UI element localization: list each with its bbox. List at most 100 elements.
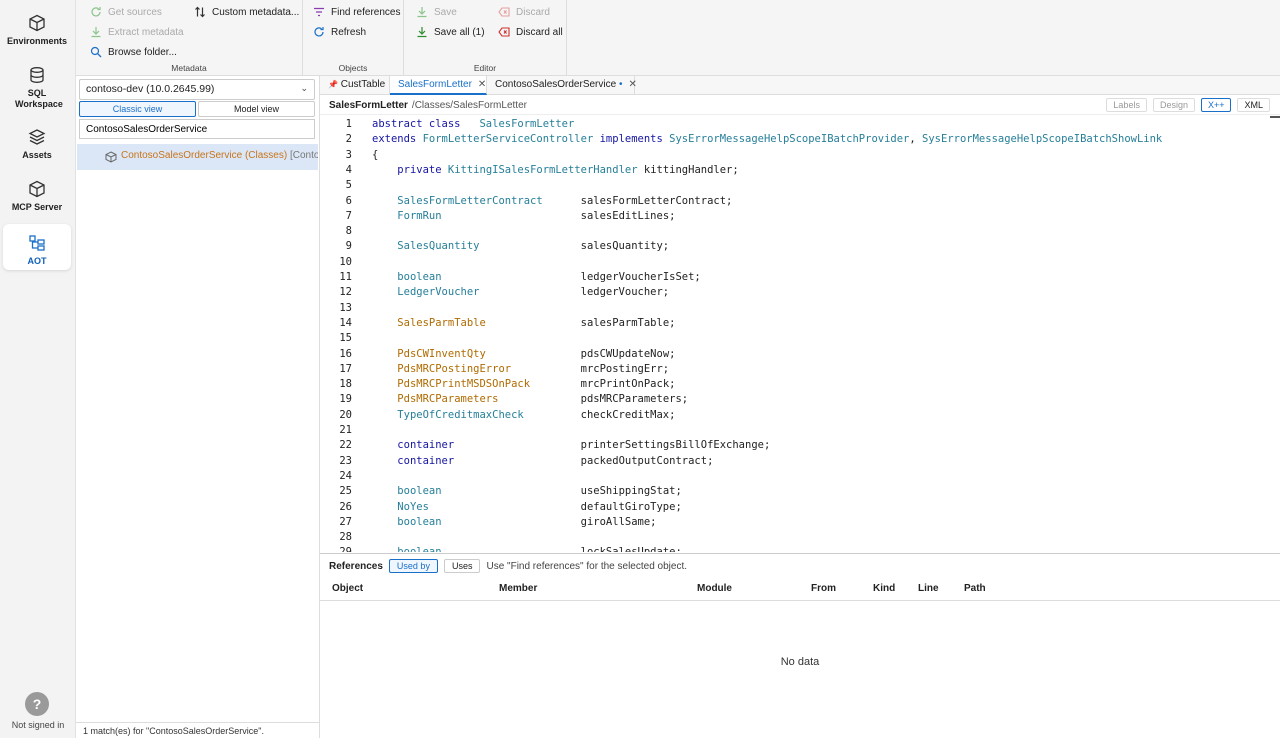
code-line: PdsMRCPrintMSDSOnPack mrcPrintOnPack; — [397, 378, 676, 391]
search-input[interactable] — [79, 119, 315, 139]
line-number: 16 — [339, 347, 352, 360]
code-line: PdsCWInventQty pdsCWUpdateNow; — [397, 347, 676, 360]
close-icon[interactable]: ✕ — [628, 79, 636, 90]
references-hint: Use "Find references" for the selected o… — [486, 560, 688, 572]
mode-xml[interactable]: XML — [1237, 98, 1270, 112]
save-label: Save — [434, 6, 457, 18]
code-line: boolean ledgerVoucherIsSet; — [397, 271, 701, 283]
line-number: 24 — [339, 469, 352, 482]
code-editor[interactable]: 1 abstract class SalesFormLetter 2 extends … — [320, 116, 1280, 552]
discard-label: Discard — [516, 6, 550, 18]
refresh-icon — [314, 27, 324, 37]
col-path[interactable]: Path — [964, 583, 986, 594]
tab-salesformletter[interactable]: SalesFormLetter ✕ — [390, 76, 487, 95]
editor-caption: Editor — [473, 63, 497, 73]
line-number: 14 — [339, 316, 352, 329]
line-number: 4 — [345, 163, 352, 176]
rail-item-mcp-server[interactable]: MCP Server — [3, 170, 71, 216]
filter-list-icon — [314, 7, 324, 17]
save-button[interactable]: Save — [416, 6, 457, 18]
custom-metadata-label: Custom metadata... — [212, 6, 300, 18]
code-line: SalesQuantity salesQuantity; — [397, 240, 670, 253]
environment-select[interactable]: contoso-dev (10.0.2645.99) ⌄ — [79, 79, 315, 100]
discard-all-label: Discard all — [516, 26, 563, 38]
cube-icon — [29, 180, 45, 198]
col-from[interactable]: From — [811, 583, 836, 594]
line-number: 20 — [339, 408, 352, 421]
line-number: 2 — [345, 133, 352, 146]
editor-group: Save Save all (1) Discard Discard all Ed… — [404, 0, 567, 76]
download-icon — [91, 27, 101, 38]
line-number: 15 — [339, 332, 352, 345]
tab-label: SalesFormLetter — [398, 79, 472, 90]
tab-model-view[interactable]: Model view — [198, 101, 315, 117]
line-number: 1 — [345, 118, 352, 130]
get-sources-button[interactable]: Get sources — [90, 6, 162, 18]
code-line: PdsMRCPostingError mrcPostingErr; — [397, 362, 670, 375]
view-tabs: Classic view Model view — [79, 101, 315, 117]
layers-icon — [28, 129, 46, 145]
col-kind[interactable]: Kind — [873, 583, 895, 594]
tab-contososalesorderservice[interactable]: ContosoSalesOrderService • ✕ — [487, 76, 637, 95]
scroll-indicator — [1270, 116, 1280, 118]
mode-design[interactable]: Design — [1152, 98, 1195, 112]
find-references-label: Find references — [331, 6, 401, 18]
col-line[interactable]: Line — [918, 583, 939, 594]
editor-area: 📌 CustTable SalesFormLetter ✕ ContosoSale… — [320, 76, 1280, 738]
tree-item-contoso-sales-order-service[interactable]: ContosoSalesOrderService (Classes) [Cont… — [77, 144, 318, 170]
object-path-bar: SalesFormLetter/Classes/SalesFormLetter … — [320, 96, 1280, 115]
rail-item-aot[interactable]: AOT — [3, 224, 71, 270]
help-button[interactable]: ? — [25, 692, 49, 716]
code-line: boolean lockSalesUpdate; — [372, 546, 681, 552]
line-number: 22 — [339, 439, 352, 452]
rail-item-sql-workspace[interactable]: SQL Workspace — [3, 56, 71, 110]
col-object[interactable]: Object — [332, 583, 363, 594]
refresh-icon — [91, 7, 101, 17]
extract-metadata-button[interactable]: Extract metadata — [90, 26, 184, 38]
line-number: 6 — [345, 194, 352, 207]
sort-arrows-icon — [195, 6, 205, 18]
mode-labels[interactable]: Labels — [1106, 98, 1147, 112]
rail-item-assets[interactable]: Assets — [3, 118, 71, 164]
objects-group: Find references Refresh Objects — [303, 0, 404, 76]
discard-all-button[interactable]: Discard all — [498, 26, 563, 38]
line-number: 10 — [339, 255, 352, 268]
code-line: PdsMRCParameters pdsMRCParameters; — [397, 393, 689, 406]
rail-label-aot: AOT — [27, 256, 47, 266]
custom-metadata-button[interactable]: Custom metadata... — [194, 6, 299, 18]
code-line: SalesParmTable salesParmTable; — [397, 316, 676, 329]
tab-classic-view[interactable]: Classic view — [79, 101, 196, 117]
tab-used-by[interactable]: Used by — [388, 559, 438, 573]
tree-icon — [29, 235, 45, 251]
discard-button[interactable]: Discard — [498, 6, 550, 18]
sign-in-status[interactable]: Not signed in — [0, 720, 76, 730]
backspace-icon — [498, 27, 510, 37]
get-sources-label: Get sources — [108, 6, 162, 18]
line-number: 25 — [339, 485, 352, 498]
col-member[interactable]: Member — [499, 583, 537, 594]
col-module[interactable]: Module — [697, 583, 732, 594]
database-icon — [30, 67, 44, 83]
toolbar: Get sources Extract metadata Browse fold… — [76, 0, 1280, 76]
save-all-button[interactable]: Save all (1) — [416, 26, 485, 38]
tab-uses[interactable]: Uses — [443, 559, 481, 573]
environment-value: contoso-dev (10.0.2645.99) — [86, 83, 215, 95]
rail-item-environments[interactable]: Environments — [3, 4, 71, 52]
left-rail: Environments SQL Workspace Assets MCP Se… — [0, 0, 76, 738]
line-number: 23 — [339, 454, 352, 467]
tab-custtable[interactable]: 📌 CustTable — [320, 76, 390, 95]
refresh-button[interactable]: Refresh — [313, 26, 366, 38]
line-number: 26 — [339, 500, 352, 513]
close-icon[interactable]: ✕ — [478, 79, 486, 90]
find-references-button[interactable]: Find references — [313, 6, 400, 18]
line-number: 11 — [339, 271, 352, 283]
browse-folder-button[interactable]: Browse folder... — [90, 46, 177, 58]
tree-item-module: [Contoso — [289, 150, 318, 161]
editor-tabs: 📌 CustTable SalesFormLetter ✕ ContosoSale… — [320, 76, 1280, 95]
line-number: 28 — [339, 531, 352, 544]
empty-state: No data — [780, 656, 820, 668]
browse-folder-label: Browse folder... — [108, 46, 177, 58]
line-number: 9 — [345, 240, 352, 253]
code-line: boolean useShippingStat; — [397, 485, 682, 498]
mode-xpp[interactable]: X++ — [1200, 98, 1232, 112]
